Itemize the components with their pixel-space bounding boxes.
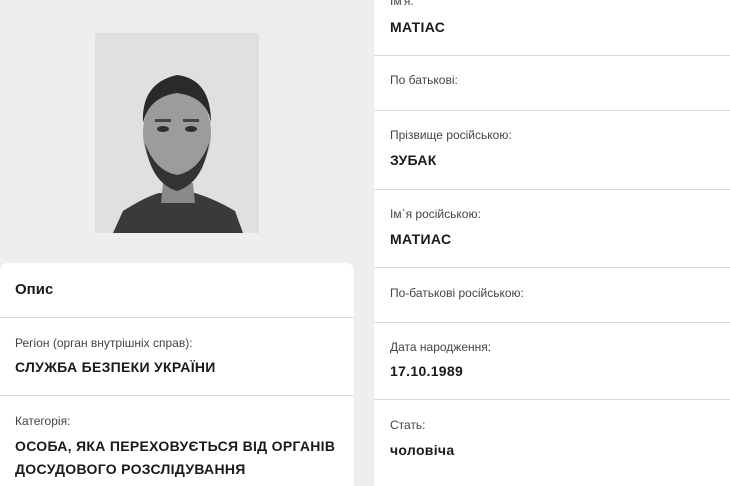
- category-value-line1: ОСОБА, ЯКА ПЕРЕХОВУЄТЬСЯ ВІД ОРГАНІВ: [15, 438, 336, 454]
- category-row: Категорія: ОСОБА, ЯКА ПЕРЕХОВУЄТЬСЯ ВІД …: [0, 396, 354, 486]
- patronymic-row: По батькові:: [374, 56, 730, 111]
- dob-value: 17.10.1989: [390, 363, 464, 379]
- sex-label: Стать:: [390, 418, 426, 432]
- name-label: Ім'я:: [390, 0, 414, 8]
- description-card: Опис Регіон (орган внутрішніх справ): СЛ…: [0, 263, 354, 486]
- dob-label: Дата народження:: [390, 340, 492, 354]
- region-row: Регіон (орган внутрішніх справ): СЛУЖБА …: [0, 318, 354, 396]
- surname-ru-value: ЗУБАК: [390, 152, 437, 168]
- person-photo-image: [95, 33, 259, 233]
- surname-ru-row: Прізвище російською: ЗУБАК: [374, 111, 730, 190]
- patronymic-ru-row: По-батькові російською:: [374, 268, 730, 323]
- name-ru-value: МАТИАС: [390, 231, 452, 247]
- patronymic-label: По батькові:: [390, 73, 458, 87]
- dob-row: Дата народження: 17.10.1989: [374, 323, 730, 400]
- category-value-line2: ДОСУДОВОГО РОЗСЛІДУВАННЯ: [15, 461, 246, 477]
- details-card: Ім'я: МАТІАС По батькові: Прізвище росій…: [374, 0, 730, 486]
- surname-ru-label: Прізвище російською:: [390, 128, 512, 142]
- patronymic-ru-label: По-батькові російською:: [390, 286, 524, 300]
- name-ru-row: Ім`я російською: МАТИАС: [374, 190, 730, 268]
- region-label: Регіон (орган внутрішніх справ):: [15, 336, 193, 350]
- name-ru-label: Ім`я російською:: [390, 207, 481, 221]
- description-header: Опис: [0, 263, 354, 318]
- sex-row: Стать: чоловіча: [374, 400, 730, 486]
- name-value: МАТІАС: [390, 19, 446, 35]
- name-row: Ім'я: МАТІАС: [374, 0, 730, 56]
- person-photo: [95, 33, 259, 233]
- sex-value: чоловіча: [390, 442, 455, 458]
- description-heading: Опис: [15, 281, 54, 298]
- region-value: СЛУЖБА БЕЗПЕКИ УКРАЇНИ: [15, 359, 216, 375]
- category-label: Категорія:: [15, 414, 71, 428]
